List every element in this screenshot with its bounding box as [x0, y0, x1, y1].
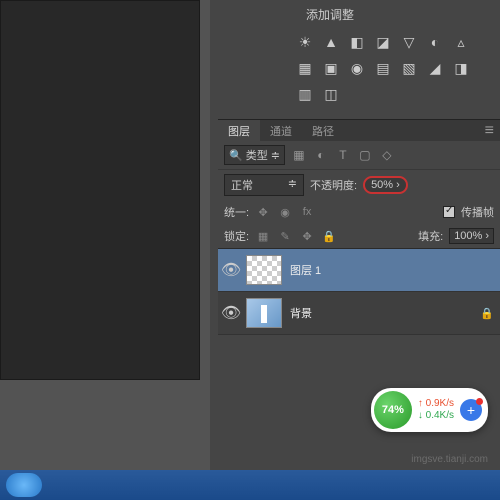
- layer-name[interactable]: 背景: [290, 305, 472, 321]
- download-speed: 0.4K/s: [426, 410, 454, 421]
- adj-selective-icon[interactable]: ◫: [322, 85, 340, 103]
- adj-posterize-icon[interactable]: ◢: [426, 59, 444, 77]
- propagate-label: 传播帧: [461, 204, 494, 220]
- network-speed-widget[interactable]: 74% ↑ 0.9K/s ↓ 0.4K/s +: [371, 388, 488, 432]
- layer-thumbnail[interactable]: [246, 255, 282, 285]
- adj-gradient-map-icon[interactable]: ▥: [296, 85, 314, 103]
- adj-brightness-icon[interactable]: ☀: [296, 33, 314, 51]
- filter-type-dropdown[interactable]: 🔍 类型 ≑: [224, 145, 285, 165]
- tab-layers[interactable]: 图层: [218, 120, 260, 141]
- taskbar[interactable]: [0, 470, 500, 500]
- blend-mode-dropdown[interactable]: 正常 ≑: [224, 174, 304, 196]
- tab-channels[interactable]: 通道: [260, 120, 302, 141]
- filter-adjust-icon[interactable]: ◐: [313, 147, 329, 163]
- filter-pixel-icon[interactable]: ▦: [291, 147, 307, 163]
- speed-stats: ↑ 0.9K/s ↓ 0.4K/s: [418, 398, 454, 422]
- adjustments-panel: 添加调整 ☀ ▲ ◧ ◪ ▽ ◐ ▵ ▦ ▣ ◉ ▤ ▧ ◢ ◨ ▥ ◫: [218, 0, 500, 111]
- propagate-checkbox[interactable]: [443, 206, 455, 218]
- filter-shape-icon[interactable]: ▢: [357, 147, 373, 163]
- panel-menu-icon[interactable]: ≡: [479, 120, 500, 141]
- lock-pixels-icon[interactable]: ✎: [277, 228, 293, 244]
- layers-list: 👁 图层 1 👁 背景 🔒: [218, 249, 500, 335]
- lock-position-icon[interactable]: ✥: [299, 228, 315, 244]
- lock-transparent-icon[interactable]: ▦: [255, 228, 271, 244]
- opacity-value: 50%: [371, 179, 393, 191]
- filter-smart-icon[interactable]: ◇: [379, 147, 395, 163]
- layer-item[interactable]: 👁 图层 1: [218, 249, 500, 292]
- adj-vibrance-icon[interactable]: ▽: [400, 33, 418, 51]
- layer-thumbnail[interactable]: [246, 298, 282, 328]
- visibility-toggle-icon[interactable]: 👁: [224, 306, 238, 320]
- unify-row: 统一: ✥ ◉ fx 传播帧: [218, 200, 500, 224]
- adj-curves-icon[interactable]: ◧: [348, 33, 366, 51]
- adjustments-title: 添加调整: [226, 4, 492, 29]
- fill-value: 100%: [454, 230, 482, 242]
- fill-label: 填充:: [418, 228, 443, 244]
- opacity-label: 不透明度:: [310, 177, 357, 193]
- search-icon: 🔍: [229, 149, 243, 162]
- chevron-down-icon: ≑: [288, 177, 297, 193]
- adj-channel-mixer-icon[interactable]: ◉: [348, 59, 366, 77]
- panel-tabs: 图层 通道 路径 ≡: [218, 119, 500, 141]
- lock-icon: 🔒: [480, 307, 494, 320]
- canvas-area[interactable]: [0, 0, 200, 380]
- speed-percent-badge: 74%: [374, 391, 412, 429]
- watermark: imgsve.tianji.com: [411, 454, 488, 465]
- chevron-down-icon: ≑: [271, 149, 280, 162]
- adj-invert-icon[interactable]: ▧: [400, 59, 418, 77]
- unify-position-icon[interactable]: ✥: [255, 204, 271, 220]
- tab-paths[interactable]: 路径: [302, 120, 344, 141]
- opacity-input[interactable]: 50% ›: [363, 176, 408, 194]
- lock-all-icon[interactable]: 🔒: [321, 228, 337, 244]
- filter-text-icon[interactable]: T: [335, 147, 351, 163]
- adj-levels-icon[interactable]: ▲: [322, 33, 340, 51]
- adj-threshold-icon[interactable]: ◨: [452, 59, 470, 77]
- panel-divider[interactable]: [210, 0, 218, 500]
- filter-type-label: 类型: [246, 147, 268, 163]
- adj-lookup-icon[interactable]: ▤: [374, 59, 392, 77]
- layer-filter-row: 🔍 类型 ≑ ▦ ◐ T ▢ ◇: [218, 141, 500, 170]
- start-button[interactable]: [6, 473, 42, 497]
- upload-speed: 0.9K/s: [426, 398, 454, 409]
- unify-visibility-icon[interactable]: ◉: [277, 204, 293, 220]
- blend-row: 正常 ≑ 不透明度: 50% ›: [218, 170, 500, 200]
- adj-balance-icon[interactable]: ▵: [452, 33, 470, 51]
- lock-row: 锁定: ▦ ✎ ✥ 🔒 填充: 100% ›: [218, 224, 500, 249]
- visibility-toggle-icon[interactable]: 👁: [224, 263, 238, 277]
- arrow-up-icon: ↑: [418, 398, 423, 409]
- adj-hue-icon[interactable]: ◐: [426, 33, 444, 51]
- fill-input[interactable]: 100% ›: [449, 228, 494, 244]
- chevron-right-icon: ›: [396, 179, 400, 191]
- layer-item[interactable]: 👁 背景 🔒: [218, 292, 500, 335]
- blend-mode-value: 正常: [231, 177, 253, 193]
- speed-plus-button[interactable]: +: [460, 399, 482, 421]
- adj-bw-icon[interactable]: ▦: [296, 59, 314, 77]
- adj-photo-filter-icon[interactable]: ▣: [322, 59, 340, 77]
- adj-exposure-icon[interactable]: ◪: [374, 33, 392, 51]
- layer-name[interactable]: 图层 1: [290, 262, 494, 278]
- chevron-right-icon: ›: [485, 230, 489, 242]
- unify-style-icon[interactable]: fx: [299, 204, 315, 220]
- adjustments-grid: ☀ ▲ ◧ ◪ ▽ ◐ ▵ ▦ ▣ ◉ ▤ ▧ ◢ ◨ ▥ ◫: [226, 29, 492, 107]
- arrow-down-icon: ↓: [418, 410, 423, 421]
- lock-label: 锁定:: [224, 228, 249, 244]
- unify-label: 统一:: [224, 204, 249, 220]
